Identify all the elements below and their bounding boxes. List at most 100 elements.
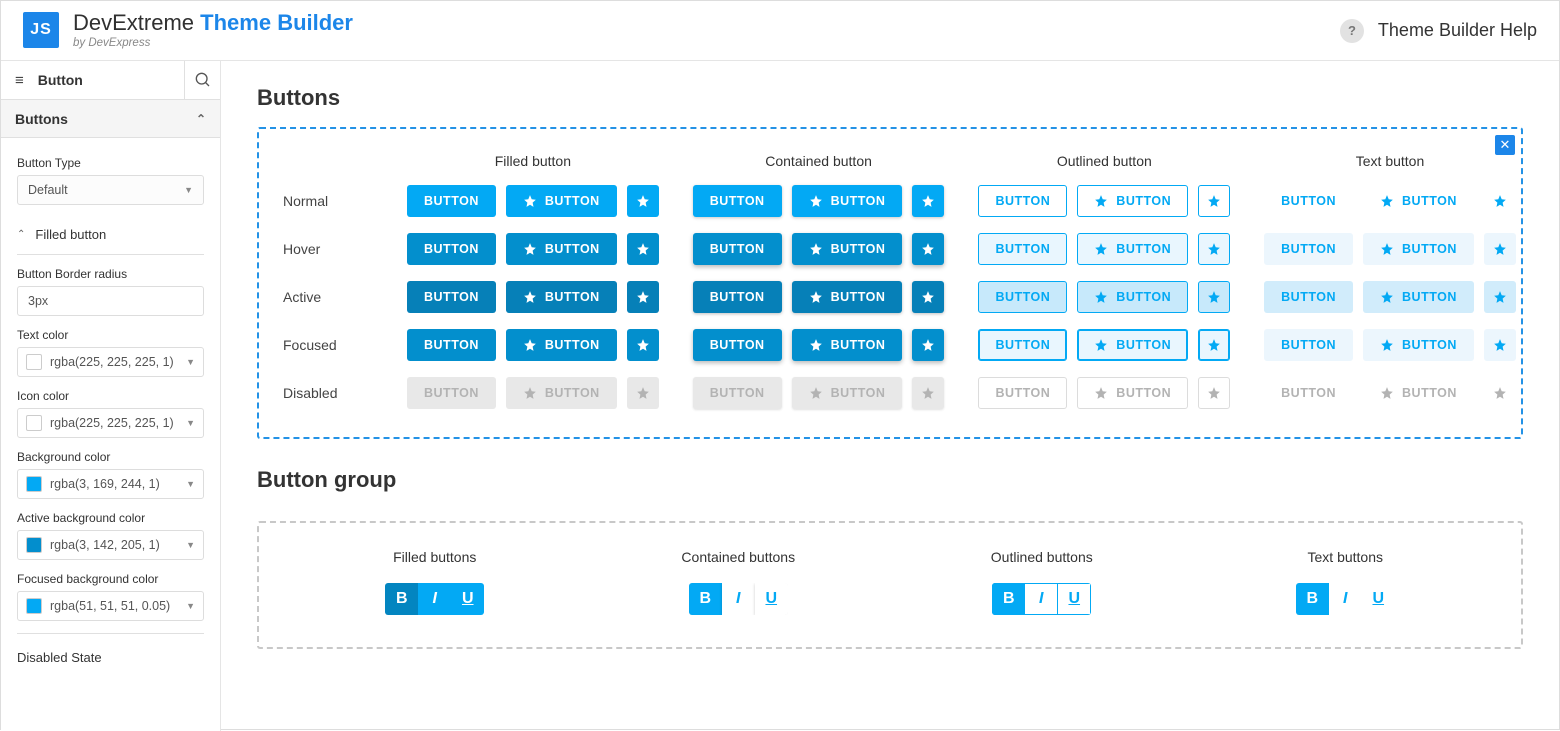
menu-icon[interactable]: ≡ <box>15 73 24 88</box>
star-icon <box>1207 194 1221 208</box>
group-btn-italic[interactable]: I <box>1025 583 1058 615</box>
button-outlined-hover-icon-text[interactable]: BUTTON <box>1077 233 1188 265</box>
colorbox-focused-bg[interactable]: rgba(51, 51, 51, 0.05)▼ <box>17 591 204 621</box>
group-head-contained: Contained buttons <box>587 549 891 565</box>
button-outlined-disabled-text[interactable]: BUTTON <box>978 377 1067 409</box>
button-contained-hover-text[interactable]: BUTTON <box>693 233 782 265</box>
button-outlined-focused-icon-text[interactable]: BUTTON <box>1077 329 1188 361</box>
button-contained-active-text[interactable]: BUTTON <box>693 281 782 313</box>
search-button[interactable] <box>184 61 220 99</box>
group-btn-bold[interactable]: B <box>992 583 1025 615</box>
button-contained-focused-icon[interactable] <box>912 329 944 361</box>
button-outlined-focused-text[interactable]: BUTTON <box>978 329 1067 361</box>
button-filled-disabled-icon-text[interactable]: BUTTON <box>506 377 617 409</box>
close-showcase-button[interactable]: ✕ <box>1495 135 1515 155</box>
star-icon <box>636 338 650 352</box>
close-icon: ✕ <box>1500 137 1511 153</box>
button-filled-focused-icon-text[interactable]: BUTTON <box>506 329 617 361</box>
group-btn-bold[interactable]: B <box>385 583 418 615</box>
input-border-radius[interactable]: 3px <box>17 286 204 316</box>
button-contained-normal-icon[interactable] <box>912 185 944 217</box>
button-text-active-icon-text[interactable]: BUTTON <box>1363 281 1474 313</box>
button-group-showcase[interactable]: Filled buttonsContained buttonsOutlined … <box>257 521 1523 649</box>
button-contained-active-icon-text[interactable]: BUTTON <box>792 281 903 313</box>
button-outlined-active-text[interactable]: BUTTON <box>978 281 1067 313</box>
button-outlined-hover-icon[interactable] <box>1198 233 1230 265</box>
star-icon <box>809 386 823 400</box>
button-text-focused-icon-text[interactable]: BUTTON <box>1363 329 1474 361</box>
star-icon <box>1380 194 1394 208</box>
button-filled-disabled-icon[interactable] <box>627 377 659 409</box>
select-button-type[interactable]: Default▼ <box>17 175 204 205</box>
col-head-contained: Contained button <box>693 153 945 169</box>
button-outlined-active-icon[interactable] <box>1198 281 1230 313</box>
button-filled-hover-icon-text[interactable]: BUTTON <box>506 233 617 265</box>
main-content: Buttons ✕ Filled buttonContained buttonO… <box>221 61 1559 731</box>
button-contained-focused-text[interactable]: BUTTON <box>693 329 782 361</box>
group-btn-bold[interactable]: B <box>1296 583 1329 615</box>
button-text-active-text[interactable]: BUTTON <box>1264 281 1353 313</box>
button-outlined-focused-icon[interactable] <box>1198 329 1230 361</box>
button-filled-focused-icon[interactable] <box>627 329 659 361</box>
swatch-icon <box>26 598 42 614</box>
button-text-normal-icon-text[interactable]: BUTTON <box>1363 185 1474 217</box>
button-text-hover-icon-text[interactable]: BUTTON <box>1363 233 1474 265</box>
button-outlined-disabled-icon-text[interactable]: BUTTON <box>1077 377 1188 409</box>
button-text-focused-icon[interactable] <box>1484 329 1516 361</box>
button-outlined-normal-icon[interactable] <box>1198 185 1230 217</box>
button-text-hover-icon[interactable] <box>1484 233 1516 265</box>
button-filled-normal-text[interactable]: BUTTON <box>407 185 496 217</box>
button-filled-normal-icon[interactable] <box>627 185 659 217</box>
button-outlined-normal-text[interactable]: BUTTON <box>978 185 1067 217</box>
buttons-showcase[interactable]: ✕ Filled buttonContained buttonOutlined … <box>257 127 1523 439</box>
colorbox-icon-color[interactable]: rgba(225, 225, 225, 1)▼ <box>17 408 204 438</box>
button-contained-hover-icon-text[interactable]: BUTTON <box>792 233 903 265</box>
sub-section-header[interactable]: ⌃ Filled button <box>17 217 204 255</box>
button-text-disabled-icon-text[interactable]: BUTTON <box>1363 377 1474 409</box>
button-outlined-disabled-icon[interactable] <box>1198 377 1230 409</box>
colorbox-active-bg[interactable]: rgba(3, 142, 205, 1)▼ <box>17 530 204 560</box>
button-contained-normal-icon-text[interactable]: BUTTON <box>792 185 903 217</box>
colorbox-bg-color[interactable]: rgba(3, 169, 244, 1)▼ <box>17 469 204 499</box>
accordion-header-buttons[interactable]: Buttons ⌃ <box>1 100 220 138</box>
button-text-disabled-text[interactable]: BUTTON <box>1264 377 1353 409</box>
button-outlined-hover-text[interactable]: BUTTON <box>978 233 1067 265</box>
group-btn-italic[interactable]: I <box>1329 583 1362 615</box>
button-text-normal-icon[interactable] <box>1484 185 1516 217</box>
button-contained-hover-icon[interactable] <box>912 233 944 265</box>
group-btn-underline[interactable]: U <box>1058 583 1091 615</box>
button-filled-disabled-text[interactable]: BUTTON <box>407 377 496 409</box>
button-contained-disabled-icon[interactable] <box>912 377 944 409</box>
button-contained-normal-text[interactable]: BUTTON <box>693 185 782 217</box>
button-text-disabled-icon[interactable] <box>1484 377 1516 409</box>
button-contained-active-icon[interactable] <box>912 281 944 313</box>
section-disabled-state[interactable]: Disabled State <box>17 644 204 671</box>
help-link[interactable]: Theme Builder Help <box>1378 20 1537 41</box>
button-text-active-icon[interactable] <box>1484 281 1516 313</box>
group-btn-underline[interactable]: U <box>755 583 788 615</box>
group-btn-italic[interactable]: I <box>722 583 755 615</box>
button-contained-focused-icon-text[interactable]: BUTTON <box>792 329 903 361</box>
button-outlined-normal-icon-text[interactable]: BUTTON <box>1077 185 1188 217</box>
button-filled-active-icon-text[interactable]: BUTTON <box>506 281 617 313</box>
button-text-hover-text[interactable]: BUTTON <box>1264 233 1353 265</box>
group-btn-italic[interactable]: I <box>418 583 451 615</box>
button-outlined-active-icon-text[interactable]: BUTTON <box>1077 281 1188 313</box>
colorbox-text-color[interactable]: rgba(225, 225, 225, 1)▼ <box>17 347 204 377</box>
group-btn-underline[interactable]: U <box>1362 583 1395 615</box>
button-filled-hover-text[interactable]: BUTTON <box>407 233 496 265</box>
brand-name-1: DevExtreme <box>73 10 194 35</box>
button-filled-focused-text[interactable]: BUTTON <box>407 329 496 361</box>
button-filled-hover-icon[interactable] <box>627 233 659 265</box>
group-btn-underline[interactable]: U <box>451 583 484 615</box>
button-filled-active-text[interactable]: BUTTON <box>407 281 496 313</box>
group-btn-bold[interactable]: B <box>689 583 722 615</box>
button-text-focused-text[interactable]: BUTTON <box>1264 329 1353 361</box>
button-filled-normal-icon-text[interactable]: BUTTON <box>506 185 617 217</box>
help-icon[interactable]: ? <box>1340 19 1364 43</box>
button-filled-active-icon[interactable] <box>627 281 659 313</box>
button-text-normal-text[interactable]: BUTTON <box>1264 185 1353 217</box>
star-icon <box>1094 194 1108 208</box>
button-contained-disabled-text[interactable]: BUTTON <box>693 377 782 409</box>
button-contained-disabled-icon-text[interactable]: BUTTON <box>792 377 903 409</box>
